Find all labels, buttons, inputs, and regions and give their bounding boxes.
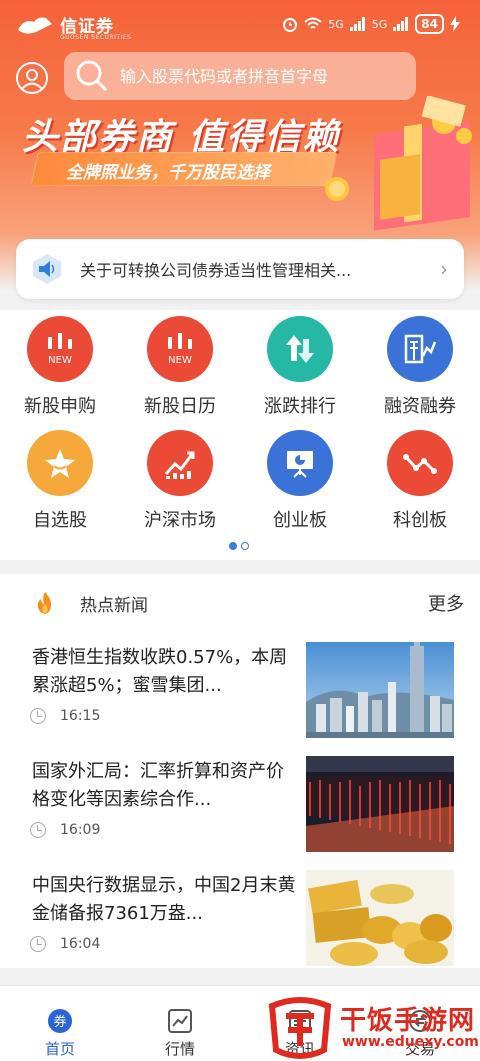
brand-logo-icon <box>18 17 52 34</box>
charging-icon <box>450 16 460 32</box>
user-icon <box>21 69 43 90</box>
chevron-right-icon: › <box>440 257 448 281</box>
news-item[interactable]: 国家外汇局：汇率折算和资产价格变化等因素综合作... 16:09 <box>0 752 480 866</box>
clock-icon <box>30 936 46 952</box>
gift-box-illustration-icon <box>374 96 472 231</box>
grid-item-label: 创业板 <box>273 510 327 531</box>
chart-icon <box>168 1009 192 1033</box>
grid-item-sh-sz-market[interactable]: 沪深市场 <box>120 424 240 538</box>
news-header: 热点新闻 更多 <box>0 574 480 630</box>
coin-icon <box>325 177 349 201</box>
svg-text:券: 券 <box>53 1014 66 1030</box>
news-section-title: 热点新闻 <box>80 596 148 616</box>
grid-item-new-stock-calendar[interactable]: NEW 新股日历 <box>120 310 240 424</box>
news-headline: 国家外汇局：汇率折算和资产价格变化等因素综合作... <box>32 761 284 810</box>
page-indicator <box>229 542 249 550</box>
user-avatar-button[interactable] <box>16 62 48 94</box>
search-input[interactable] <box>120 66 416 86</box>
watermark-logo-icon <box>268 997 332 1059</box>
bar-chart-new-icon: NEW <box>27 316 93 382</box>
news-time: 16:09 <box>60 822 101 838</box>
network-type: 5G <box>328 17 344 31</box>
site-watermark: 干饭手游网 www.eduexy.com <box>262 996 480 1061</box>
presentation-board-icon <box>267 430 333 496</box>
status-bar: 信证券 GUOSEN SECURITIES 5G 5G 84 <box>0 0 480 48</box>
watermark-title: 干饭手游网 <box>340 1006 476 1036</box>
network-type-2: 5G <box>371 17 388 31</box>
signal-icon-2 <box>393 17 409 31</box>
function-grid: NEW 新股申购 NEW 新股日历 涨跌排行 融资融券 自选股 沪深市场 创业板… <box>0 310 480 560</box>
status-icons: 5G 5G 84 <box>282 14 460 34</box>
news-thumbnail-trading-board <box>306 756 454 852</box>
hot-news-section: 热点新闻 更多 香港恒生指数收跌0.57%，本周累涨超5%；蜜雪集团... 16… <box>0 574 480 968</box>
watermark-url: www.eduexy.com <box>342 1034 479 1050</box>
news-time: 16:15 <box>60 708 101 724</box>
search-bar[interactable] <box>64 52 416 100</box>
grid-item-watchlist[interactable]: 自选股 <box>0 424 120 538</box>
search-icon <box>76 60 108 92</box>
tab-market[interactable]: 行情 <box>120 986 240 1061</box>
news-headline: 中国央行数据显示，中国2月末黄金储备报7361万盎... <box>32 875 296 924</box>
svg-text:NEW: NEW <box>168 355 192 366</box>
svg-text:NEW: NEW <box>48 355 72 366</box>
wifi-icon <box>304 17 322 29</box>
clock-icon <box>30 822 46 838</box>
coupon-icon: 券 <box>48 1009 72 1033</box>
tab-home[interactable]: 券 首页 <box>0 986 120 1061</box>
news-headline: 香港恒生指数收跌0.57%，本周累涨超5%；蜜雪集团... <box>32 647 288 696</box>
news-time: 16:04 <box>60 936 101 952</box>
brand-subtitle: GUOSEN SECURITIES <box>60 34 132 41</box>
bar-chart-new-icon: NEW <box>147 316 213 382</box>
grid-item-gainers-losers[interactable]: 涨跌排行 <box>240 310 360 424</box>
grid-item-label: 新股申购 <box>24 396 96 417</box>
star-icon <box>27 430 93 496</box>
news-thumbnail-hong-kong-skyline <box>306 642 454 738</box>
battery-level: 84 <box>415 14 444 34</box>
tab-label: 行情 <box>164 1040 195 1058</box>
announcement-bar[interactable]: 关于可转换公司债券适当性管理相关... › <box>16 239 464 299</box>
grid-item-star-market[interactable]: 科创板 <box>360 424 480 538</box>
page-dot[interactable] <box>241 542 249 550</box>
grid-item-label: 新股日历 <box>144 396 216 417</box>
trend-chart-icon <box>147 430 213 496</box>
grid-item-chinext[interactable]: 创业板 <box>240 424 360 538</box>
fire-icon <box>37 592 52 614</box>
news-thumbnail-gold-coins <box>306 870 454 966</box>
grid-item-new-stock-subscribe[interactable]: NEW 新股申购 <box>0 310 120 424</box>
signal-icon <box>349 17 365 31</box>
news-item[interactable]: 香港恒生指数收跌0.57%，本周累涨超5%；蜜雪集团... 16:15 <box>0 638 480 752</box>
zigzag-line-icon <box>387 430 453 496</box>
up-down-arrows-icon <box>267 316 333 382</box>
alarm-icon <box>283 18 298 32</box>
grid-item-label: 科创板 <box>393 510 447 531</box>
grid-item-label: 自选股 <box>33 510 87 531</box>
margin-trading-icon <box>387 316 453 382</box>
page-dot-active[interactable] <box>229 542 237 550</box>
grid-item-label: 融资融券 <box>384 396 456 417</box>
speaker-icon <box>33 254 61 284</box>
grid-item-label: 涨跌排行 <box>264 396 336 417</box>
banner-subline: 全牌照业务，千万股民选择 <box>66 163 270 183</box>
news-item[interactable]: 中国央行数据显示，中国2月末黄金储备报7361万盎... 16:04 <box>0 866 480 980</box>
grid-item-label: 沪深市场 <box>144 510 216 531</box>
tab-label: 首页 <box>44 1040 75 1058</box>
announcement-text: 关于可转换公司债券适当性管理相关... <box>80 261 352 280</box>
grid-item-margin-trading[interactable]: 融资融券 <box>360 310 480 424</box>
clock-icon <box>30 708 46 724</box>
news-more-link[interactable]: 更多 <box>428 590 464 616</box>
